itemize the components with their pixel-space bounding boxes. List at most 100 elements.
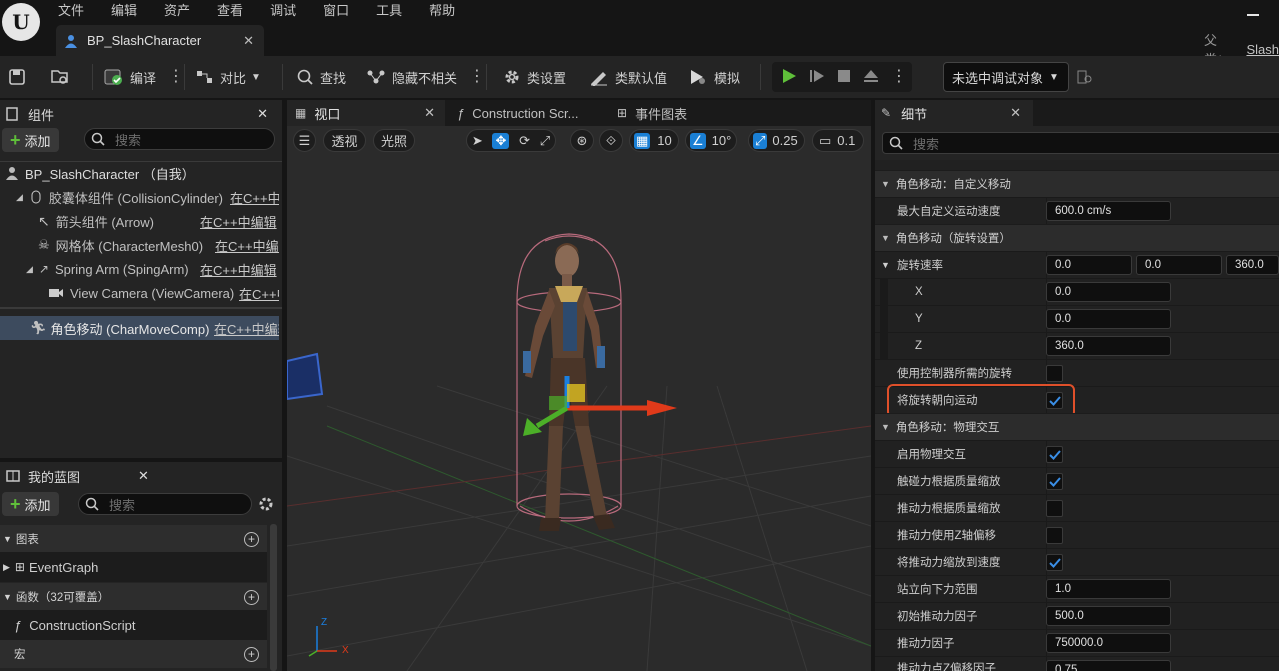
unreal-logo-icon[interactable]: U <box>2 3 40 41</box>
class-defaults-button[interactable]: 类默认值 <box>589 56 667 98</box>
add-graph-icon[interactable]: + <box>244 531 259 547</box>
edit-in-cpp-link[interactable]: 在C++中编辑 <box>215 236 279 255</box>
step-icon[interactable] <box>809 68 825 87</box>
tree-item-mesh[interactable]: ☠ 网格体 (CharacterMesh0) 在C++中编辑 <box>0 233 279 257</box>
save-icon[interactable] <box>8 56 32 98</box>
move-icon[interactable]: ✥ <box>492 132 510 149</box>
components-tab[interactable]: 组件 ✕ <box>0 100 282 128</box>
tree-item-spring-arm[interactable]: ◢ ↗ Spring Arm (SpingArm) 在C++中编辑 <box>0 257 279 281</box>
details-tab[interactable]: ✎ 细节 ✕ <box>875 100 1033 126</box>
construction-script-item[interactable]: ƒ ConstructionScript <box>0 610 267 640</box>
menu-view[interactable]: 查看 <box>217 0 243 19</box>
max-custom-speed-field[interactable]: 600.0 cm/s <box>1046 201 1171 221</box>
push-force-mass-checkbox[interactable] <box>1046 500 1063 517</box>
components-search-input[interactable]: 搜索 <box>84 128 275 150</box>
edit-in-cpp-link[interactable]: 在C++中 <box>230 188 279 207</box>
push-point-z-field[interactable]: 0.75 <box>1046 660 1171 671</box>
my-blueprint-tab[interactable]: 我的蓝图 ✕ <box>0 462 282 490</box>
section-rotation-settings[interactable]: ▼ 角色移动（旋转设置） <box>875 224 1279 251</box>
diff-button[interactable]: 对比 ▼ <box>196 56 261 98</box>
document-tab[interactable]: BP_SlashCharacter ✕ <box>56 25 264 56</box>
tree-item-camera[interactable]: View Camera (ViewCamera) 在C++中 <box>0 281 279 305</box>
menu-file[interactable]: 文件 <box>58 0 84 19</box>
surface-snap-icon[interactable]: ⟐ <box>599 129 623 152</box>
collapse-arrow-icon[interactable]: ▼ <box>881 260 890 270</box>
hide-options-icon[interactable]: ⋮ <box>469 56 485 98</box>
settings-gear-icon[interactable] <box>258 496 274 515</box>
find-button[interactable]: 查找 <box>296 56 346 98</box>
collapse-arrow-icon[interactable]: ▼ <box>3 534 12 544</box>
rotation-rate-x-field[interactable]: 0.0 <box>1046 255 1132 275</box>
scale-snap-toggle[interactable]: ⤢ 0.25 <box>748 129 805 152</box>
tree-item-root[interactable]: BP_SlashCharacter （自我） <box>0 161 279 185</box>
macros-section[interactable]: 宏 + <box>0 640 267 668</box>
rotation-x-field[interactable]: 0.0 <box>1046 282 1171 302</box>
functions-section[interactable]: ▼ 函数（32可覆盖） + <box>0 583 267 611</box>
select-icon[interactable]: ➤ <box>472 133 483 149</box>
add-component-button[interactable]: + 添加 <box>2 128 59 152</box>
menu-window[interactable]: 窗口 <box>323 0 349 19</box>
details-search-input[interactable]: 搜索 <box>882 132 1279 154</box>
collapse-arrow-icon[interactable]: ▼ <box>3 592 12 602</box>
stop-icon[interactable] <box>837 69 851 86</box>
edit-in-cpp-link[interactable]: 在C++中 <box>239 284 279 303</box>
expand-arrow-icon[interactable]: ◢ <box>26 264 33 275</box>
parent-class-link[interactable]: Slash <box>1246 42 1279 57</box>
compile-button[interactable]: 编译 <box>104 56 156 98</box>
menu-asset[interactable]: 资产 <box>164 0 190 19</box>
close-panel-icon[interactable]: ✕ <box>257 106 268 122</box>
camera-speed-button[interactable]: ▭ 0.1 <box>812 129 864 152</box>
rotation-rate-y-field[interactable]: 0.0 <box>1136 255 1222 275</box>
play-icon[interactable] <box>781 68 797 87</box>
expand-arrow-icon[interactable]: ▶ <box>3 562 10 573</box>
blueprint-search-input[interactable]: 搜索 <box>78 493 252 515</box>
close-panel-icon[interactable]: ✕ <box>138 468 149 484</box>
tree-item-character-movement[interactable]: 🏃︎ 角色移动 (CharMoveComp) 在C++中编辑 <box>0 316 279 340</box>
add-macro-icon[interactable]: + <box>244 646 259 662</box>
viewport-menu-button[interactable]: ☰ <box>293 129 316 152</box>
scale-icon[interactable]: ⤢ <box>540 133 550 149</box>
tab-construction-script[interactable]: ƒ Construction Scr... <box>453 100 578 126</box>
eject-icon[interactable] <box>863 68 879 87</box>
browse-asset-icon[interactable] <box>50 56 76 98</box>
initial-push-factor-field[interactable]: 500.0 <box>1046 606 1171 626</box>
debug-filter-icon[interactable] <box>1076 56 1100 98</box>
rotation-rate-z-field[interactable]: 360.0 <box>1226 255 1279 275</box>
compile-options-icon[interactable]: ⋮ <box>168 56 184 98</box>
push-factor-field[interactable]: 750000.0 <box>1046 633 1171 653</box>
scale-push-velocity-checkbox[interactable] <box>1046 554 1063 571</box>
close-tab-icon[interactable]: ✕ <box>424 105 435 121</box>
perspective-button[interactable]: 透视 <box>323 129 366 152</box>
touch-force-mass-checkbox[interactable] <box>1046 473 1063 490</box>
add-member-button[interactable]: + 添加 <box>2 492 59 516</box>
section-custom-movement[interactable]: ▼ 角色移动：自定义移动 <box>875 170 1279 197</box>
expand-arrow-icon[interactable]: ◢ <box>16 192 23 203</box>
grid-snap-toggle[interactable]: ▦ 10 <box>629 129 679 152</box>
rotation-snap-toggle[interactable]: ∠ 10° <box>685 129 737 152</box>
menu-help[interactable]: 帮助 <box>429 0 455 19</box>
rotation-y-field[interactable]: 0.0 <box>1046 309 1171 329</box>
hide-unrelated-button[interactable]: 隐藏不相关 <box>366 56 457 98</box>
tree-item-collision-cylinder[interactable]: ◢ 胶囊体组件 (CollisionCylinder) 在C++中 <box>0 185 279 209</box>
play-options-icon[interactable]: ⋮ <box>891 69 907 85</box>
edit-in-cpp-link[interactable]: 在C++中编辑 <box>214 319 279 338</box>
world-local-icon[interactable]: ⊛ <box>570 129 594 152</box>
lit-mode-button[interactable]: 光照 <box>373 129 415 152</box>
close-tab-icon[interactable]: ✕ <box>1010 105 1021 121</box>
close-tab-icon[interactable]: ✕ <box>243 33 254 49</box>
scrollbar[interactable] <box>270 524 277 671</box>
menu-edit[interactable]: 编辑 <box>111 0 137 19</box>
graphs-section[interactable]: ▼ 图表 + <box>0 525 267 553</box>
rotation-z-field[interactable]: 360.0 <box>1046 336 1171 356</box>
add-function-icon[interactable]: + <box>244 589 259 605</box>
tab-event-graph[interactable]: ⊞ 事件图表 <box>617 100 687 126</box>
rotate-icon[interactable]: ⟳ <box>519 133 530 149</box>
standing-down-force-field[interactable]: 1.0 <box>1046 579 1171 599</box>
viewport[interactable]: Z X ☰ 透视 光照 ➤ ✥ ⟳ ⤢ ⊛ ⟐ ▦ 10 ∠ 10° ⤢ 0.2… <box>287 126 871 671</box>
edit-in-cpp-link[interactable]: 在C++中编辑 <box>200 212 277 231</box>
tree-item-arrow[interactable]: ↖ 箭头组件 (Arrow) 在C++中编辑 <box>0 209 279 233</box>
push-force-z-checkbox[interactable] <box>1046 527 1063 544</box>
event-graph-item[interactable]: ▶ ⊞ EventGraph <box>0 552 267 582</box>
use-controller-rotation-checkbox[interactable] <box>1046 365 1063 382</box>
tab-viewport[interactable]: ▦ 视口 ✕ <box>287 100 445 126</box>
